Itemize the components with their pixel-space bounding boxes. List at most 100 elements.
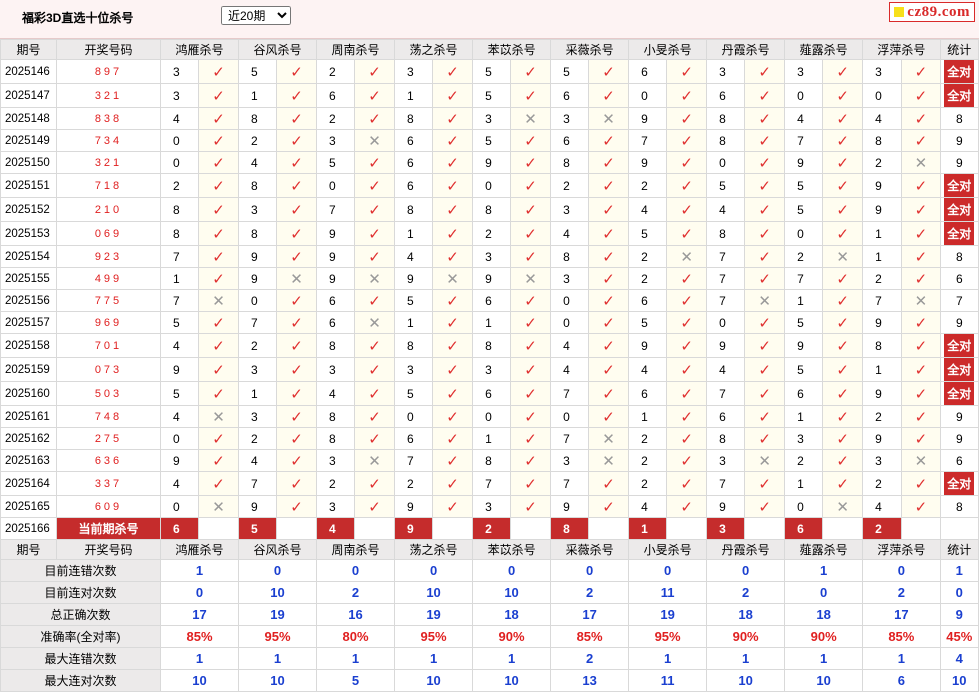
summary-value: 1 [472,647,552,670]
kill-number-cell: 0 [862,83,903,108]
empty-cell [901,517,941,540]
correct-icon: ✓ [744,427,786,450]
correct-icon: ✓ [276,289,318,312]
correct-icon: ✓ [276,471,318,496]
stat-cell: 8 [939,107,979,130]
kill-number-cell: 9 [784,333,824,358]
correct-icon: ✓ [822,129,864,152]
correct-icon: ✓ [822,151,864,174]
summary-label: 最大连错次数 [0,647,161,670]
summary-value: 19 [238,603,318,626]
kill-number-cell: 6 [550,83,590,108]
correct-icon: ✓ [197,449,240,472]
correct-icon: ✓ [432,289,474,312]
correct-icon: ✓ [510,311,552,334]
kill-number-cell: 3 [472,245,512,268]
summary-value: 10 [394,581,474,604]
correct-icon: ✓ [588,289,630,312]
current-kill-number: 6 [784,517,824,540]
wrong-icon: ✕ [354,267,396,290]
stat-cell: 7 [939,289,979,312]
issue-cell: 2025158 [0,333,57,358]
kill-number-cell: 5 [394,289,434,312]
summary-label: 准确率(全对率) [0,625,161,648]
correct-icon: ✓ [197,59,240,84]
correct-icon: ✓ [276,405,318,428]
kill-number-cell: 0 [238,289,278,312]
table-row: 2025149 734 0 ✓ 2 ✓ 3 ✕ 6 ✓ 5 ✓ 6 ✓ 7 ✓ 8 ✓ 7 ✓ 8 ✓ 9 [0,129,979,152]
kill-number-cell: 5 [238,59,278,84]
kill-number-cell: 9 [316,267,356,290]
correct-icon: ✓ [744,495,786,518]
correct-icon: ✓ [901,333,941,358]
correct-icon: ✓ [432,449,474,472]
correct-icon: ✓ [510,427,552,450]
correct-icon: ✓ [354,289,396,312]
empty-cell [588,517,630,540]
correct-icon: ✓ [197,245,240,268]
kill-number-cell: 1 [472,311,512,334]
kill-number-cell: 9 [238,245,278,268]
summary-label: 目前连错次数 [0,559,161,582]
kill-number-cell: 9 [316,221,356,246]
kill-number-cell: 0 [784,83,824,108]
main-header-cell: 小旻杀号 [628,39,708,60]
kill-number-cell: 6 [706,83,746,108]
kill-number-cell: 4 [316,381,356,406]
summary-value: 90% [784,625,864,648]
correct-icon: ✓ [510,495,552,518]
site-logo[interactable]: cz89.com [889,2,975,22]
kill-number-cell: 8 [862,129,903,152]
kill-number-cell: 6 [706,405,746,428]
correct-icon: ✓ [354,471,396,496]
kill-number-cell: 1 [394,221,434,246]
correct-icon: ✓ [666,151,708,174]
correct-icon: ✓ [197,381,240,406]
kill-number-cell: 0 [706,151,746,174]
correct-icon: ✓ [432,427,474,450]
period-select[interactable]: 近20期 [221,6,291,25]
wrong-icon: ✕ [354,311,396,334]
correct-icon: ✓ [432,59,474,84]
kill-number-cell: 3 [706,449,746,472]
win-number-cell: 748 [56,405,161,428]
correct-icon: ✓ [822,289,864,312]
stat-cell: 8 [939,495,979,518]
correct-icon: ✓ [432,405,474,428]
kill-number-cell: 7 [550,381,590,406]
summary-value: 10 [472,669,552,692]
correct-icon: ✓ [510,449,552,472]
kill-number-cell: 6 [394,129,434,152]
kill-number-cell: 6 [316,83,356,108]
correct-icon: ✓ [666,449,708,472]
correct-icon: ✓ [744,311,786,334]
kill-number-cell: 3 [550,197,590,222]
main-header-cell: 鸿雁杀号 [159,39,240,60]
kill-number-cell: 3 [238,197,278,222]
correct-icon: ✓ [276,495,318,518]
wrong-icon: ✕ [822,245,864,268]
summary-value: 10 [238,669,318,692]
kill-number-cell: 3 [550,267,590,290]
wrong-icon: ✕ [197,405,240,428]
correct-icon: ✓ [901,311,941,334]
kill-number-cell: 3 [316,129,356,152]
summary-value: 0 [238,559,318,582]
summary-value: 0 [394,559,474,582]
kill-number-cell: 3 [316,357,356,382]
kill-number-cell: 8 [394,107,434,130]
kill-number-cell: 7 [706,471,746,496]
kill-number-cell: 2 [862,471,903,496]
wrong-icon: ✕ [666,245,708,268]
summary-header-cell: 荡之杀号 [394,539,474,560]
kill-number-cell: 6 [394,173,434,198]
wrong-icon: ✕ [744,289,786,312]
correct-icon: ✓ [901,245,941,268]
issue-cell: 2025164 [0,471,57,496]
correct-icon: ✓ [276,333,318,358]
kill-number-cell: 5 [160,311,199,334]
correct-icon: ✓ [822,197,864,222]
kill-number-cell: 7 [550,471,590,496]
correct-icon: ✓ [744,357,786,382]
correct-icon: ✓ [510,405,552,428]
